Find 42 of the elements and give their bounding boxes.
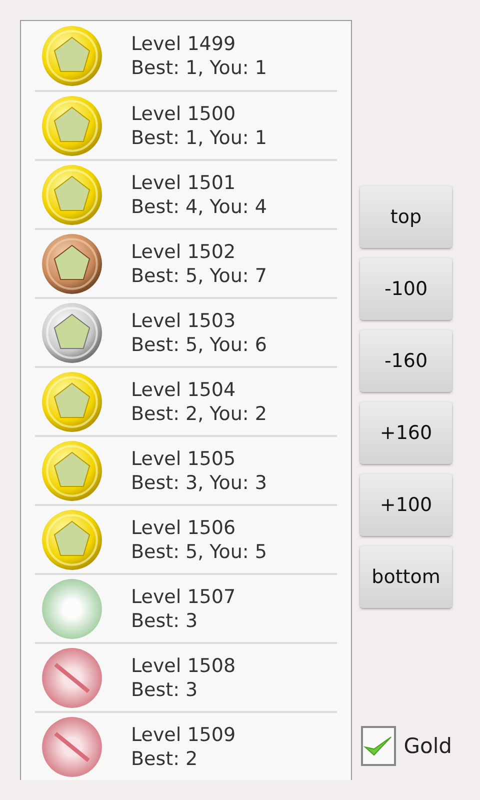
- medal-icon: [41, 440, 103, 502]
- level-score: Best: 1, You: 1: [131, 56, 267, 80]
- locked-icon: [41, 716, 103, 778]
- check-icon: [363, 734, 394, 758]
- scroll-button[interactable]: top: [360, 186, 452, 248]
- medal-icon: [41, 94, 103, 156]
- level-title: Level 1501: [131, 170, 237, 194]
- level-score: Best: 3, You: 3: [131, 470, 267, 494]
- locked-icon: [41, 646, 103, 708]
- level-score: Best: 5, You: 6: [131, 332, 267, 356]
- level-title: Level 1508: [131, 654, 236, 678]
- empty-medal-icon: [41, 578, 103, 640]
- level-title: Level 1507: [131, 584, 236, 608]
- level-title: Level 1504: [131, 378, 237, 402]
- filter-checkbox[interactable]: [361, 726, 396, 766]
- medal-icon: [41, 164, 103, 226]
- checkbox-label: Gold: [404, 734, 452, 758]
- level-score: Best: 4, You: 4: [131, 194, 267, 218]
- scroll-button[interactable]: -160: [360, 330, 452, 392]
- level-title: Level 1500: [131, 102, 237, 126]
- scroll-button[interactable]: -100: [360, 258, 452, 320]
- level-score: Best: 2: [131, 746, 199, 770]
- level-score: Best: 2, You: 2: [131, 402, 267, 426]
- level-title: Level 1503: [131, 308, 237, 332]
- scroll-button[interactable]: +100: [360, 474, 452, 536]
- medal-icon: [41, 370, 103, 432]
- medal-icon: [41, 508, 103, 570]
- level-score: Best: 3: [131, 608, 199, 632]
- level-title: Level 1499: [131, 32, 237, 56]
- scroll-button[interactable]: +160: [360, 402, 452, 464]
- level-title: Level 1505: [131, 446, 237, 470]
- level-score: Best: 1, You: 1: [131, 126, 267, 150]
- medal-icon: [41, 24, 103, 86]
- scroll-button[interactable]: bottom: [360, 546, 452, 608]
- level-score: Best: 5, You: 5: [131, 540, 267, 564]
- level-score: Best: 3: [131, 678, 199, 702]
- level-title: Level 1506: [131, 516, 237, 540]
- level-score: Best: 5, You: 7: [131, 264, 267, 288]
- level-title: Level 1509: [131, 722, 236, 746]
- medal-icon: [41, 232, 103, 294]
- level-title: Level 1502: [131, 240, 237, 264]
- medal-icon: [41, 302, 103, 364]
